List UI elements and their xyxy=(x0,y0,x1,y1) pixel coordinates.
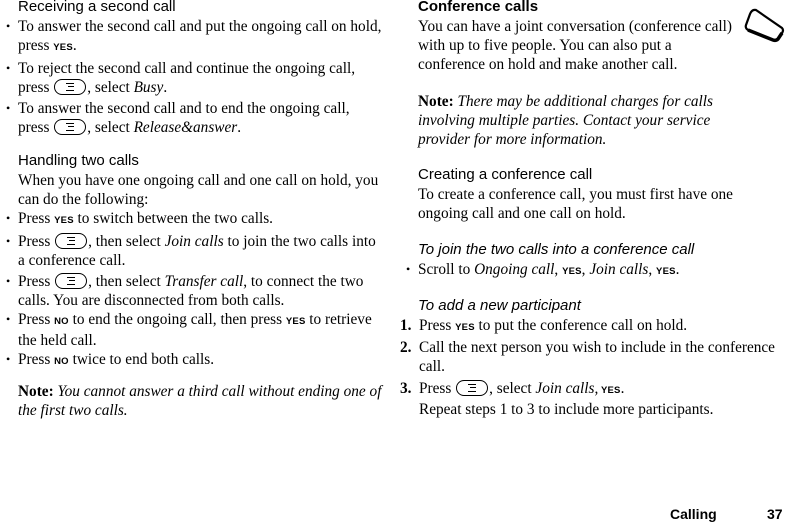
note-label: Note: xyxy=(18,383,54,400)
list-item: To reject the second call and continue t… xyxy=(0,59,382,97)
yes-key: YES xyxy=(53,42,73,53)
page-number: 37 xyxy=(767,506,783,522)
list-item: 1. Press YES to put the conference call … xyxy=(400,317,688,334)
menu-key-icon xyxy=(54,79,87,95)
menu-key-icon xyxy=(456,380,489,396)
receiving-second-call-heading: Receiving a second call xyxy=(18,0,176,15)
no-key: NO xyxy=(54,316,69,327)
menu-key-icon xyxy=(55,273,88,289)
list-item: Press YES to switch between the two call… xyxy=(0,209,382,230)
no-key: NO xyxy=(54,356,69,367)
yes-key: YES xyxy=(656,266,676,277)
receiving-bullets: To answer the second call and put the on… xyxy=(0,17,382,137)
yes-key: YES xyxy=(562,266,582,277)
yes-key: YES xyxy=(285,316,306,327)
footer-section-title: Calling xyxy=(670,506,717,522)
list-item: Press , then select Transfer call, to co… xyxy=(0,272,382,310)
conference-note: Note: There may be additional charges fo… xyxy=(418,92,763,149)
yes-key: YES xyxy=(598,385,621,396)
add-participant-heading: To add a new participant xyxy=(418,297,581,314)
list-item: Press NO to end the ongoing call, then p… xyxy=(0,310,382,350)
add-participant-steps: 1. Press YES to put the conference call … xyxy=(400,316,782,419)
list-item: Scroll to Ongoing call, YES, Join calls,… xyxy=(400,260,782,281)
list-item: 3. Press , select Join calls, YES. xyxy=(400,380,625,397)
conference-calls-heading: Conference calls xyxy=(418,0,539,15)
handling-two-calls-heading: Handling two calls xyxy=(18,152,139,169)
list-item: Press , then select Join calls to join t… xyxy=(0,232,382,270)
list-item: Press NO twice to end both calls. xyxy=(0,350,382,371)
list-item: To answer the second call and put the on… xyxy=(0,17,382,57)
creating-conference-heading: Creating a conference call xyxy=(418,166,593,183)
conference-intro: You can have a joint conversation (confe… xyxy=(418,18,733,73)
list-item: 2. Call the next person you wish to incl… xyxy=(400,339,775,375)
handling-note: Note: You cannot answer a third call wit… xyxy=(18,382,383,420)
handling-intro: When you have one ongoing call and one c… xyxy=(18,172,379,208)
menu-key-icon xyxy=(55,233,88,249)
list-item: To answer the second call and to end the… xyxy=(0,99,382,137)
note-label: Note: xyxy=(418,93,454,110)
yes-key: YES xyxy=(54,215,74,226)
phone-tab-icon xyxy=(744,8,785,43)
note-text: There may be additional charges for call… xyxy=(418,93,713,148)
repeat-note: Repeat steps 1 to 3 to include more part… xyxy=(419,401,714,418)
creating-intro: To create a conference call, you must fi… xyxy=(418,186,733,222)
handling-bullets: Press YES to switch between the two call… xyxy=(0,209,382,371)
join-calls-heading: To join the two calls into a conference … xyxy=(418,241,695,258)
menu-key-icon xyxy=(54,119,87,135)
yes-key: YES xyxy=(455,322,475,333)
join-bullets: Scroll to Ongoing call, YES, Join calls,… xyxy=(400,260,782,281)
note-text: You cannot answer a third call without e… xyxy=(18,383,382,419)
